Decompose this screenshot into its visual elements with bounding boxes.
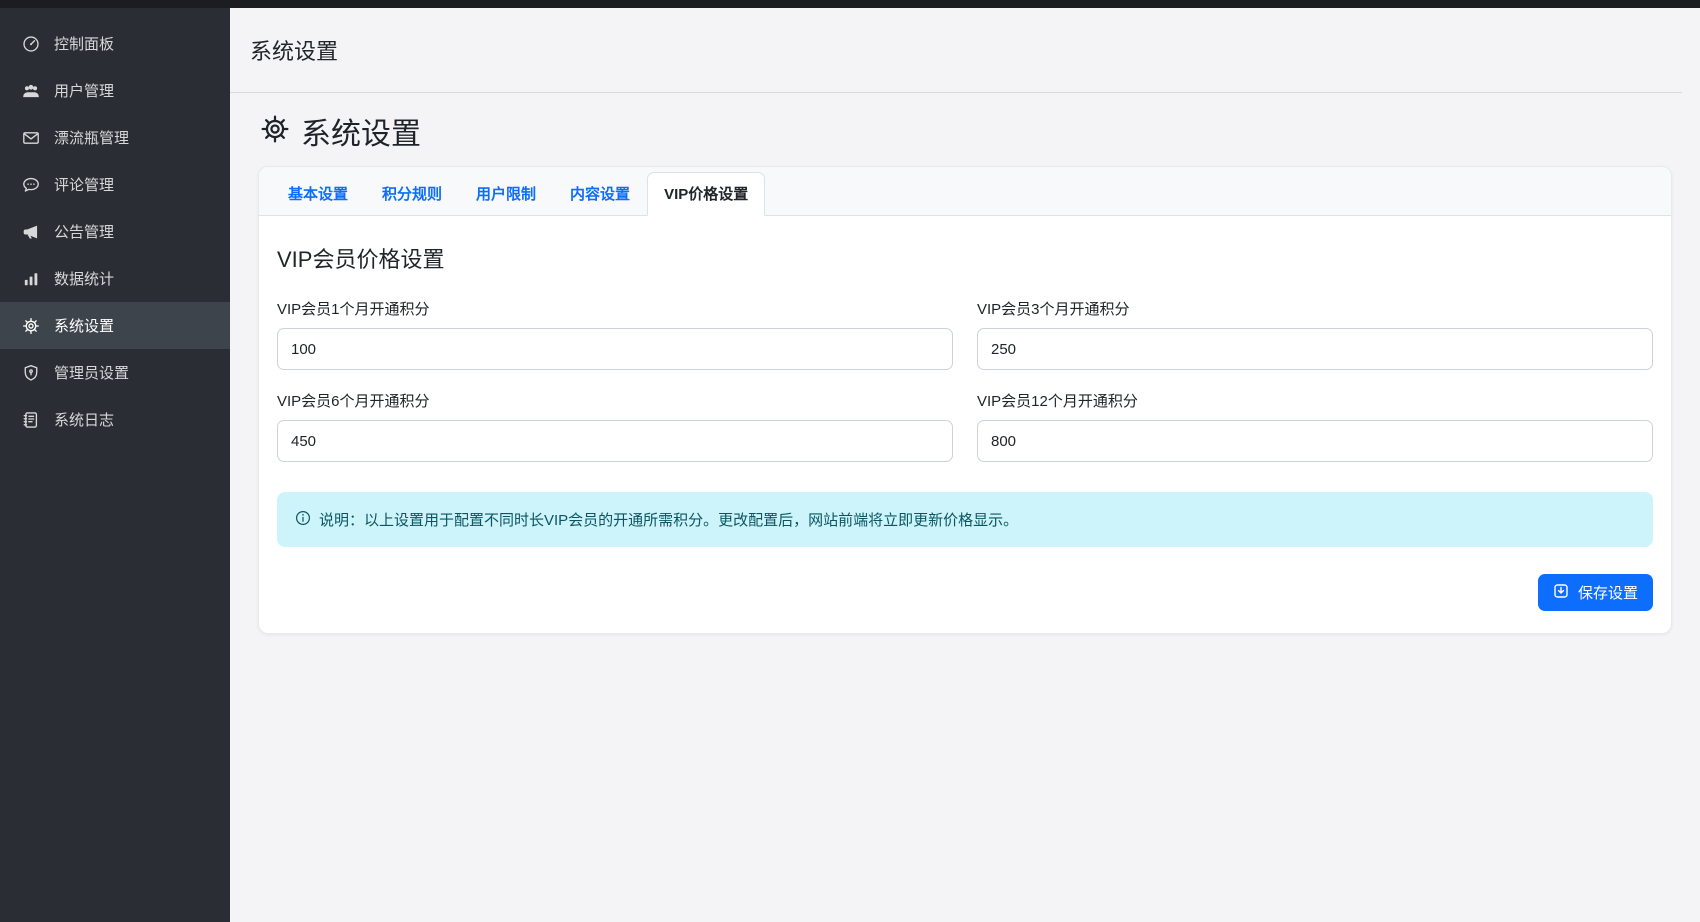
sidebar-item-announcements[interactable]: 公告管理 bbox=[0, 208, 230, 255]
sidebar-item-logs[interactable]: 系统日志 bbox=[0, 396, 230, 443]
comment-icon bbox=[22, 176, 40, 194]
tab-points[interactable]: 积分规则 bbox=[365, 172, 459, 216]
field-input[interactable] bbox=[277, 328, 953, 370]
field-label: VIP会员3个月开通积分 bbox=[977, 298, 1653, 319]
info-alert-text: 说明：以上设置用于配置不同时长VIP会员的开通所需积分。更改配置后，网站前端将立… bbox=[319, 509, 1018, 530]
users-icon bbox=[22, 82, 40, 100]
sidebar-item-users[interactable]: 用户管理 bbox=[0, 67, 230, 114]
sidebar-item-settings[interactable]: 系统设置 bbox=[0, 302, 230, 349]
save-button-label: 保存设置 bbox=[1578, 582, 1638, 603]
info-icon bbox=[295, 510, 311, 530]
field-vip-3-month: VIP会员3个月开通积分 bbox=[977, 298, 1653, 370]
main-area: 系统设置 系统设置 基本设置 积分规 bbox=[230, 8, 1700, 922]
vip-price-form: VIP会员1个月开通积分 VIP会员3个月开通积分 VIP会员6个月开通积分 bbox=[277, 298, 1653, 462]
top-strip bbox=[0, 0, 1700, 8]
save-icon bbox=[1553, 583, 1569, 603]
save-settings-button[interactable]: 保存设置 bbox=[1538, 574, 1653, 611]
page-header: 系统设置 bbox=[230, 8, 1682, 93]
field-input[interactable] bbox=[977, 420, 1653, 462]
tab-user-limits[interactable]: 用户限制 bbox=[459, 172, 553, 216]
sidebar-item-label: 系统设置 bbox=[54, 315, 114, 336]
sidebar-item-bottles[interactable]: 漂流瓶管理 bbox=[0, 114, 230, 161]
journal-icon bbox=[22, 411, 40, 429]
sidebar: 控制面板 用户管理 漂流瓶管理 评论管理 bbox=[0, 8, 230, 922]
frame: 控制面板 用户管理 漂流瓶管理 评论管理 bbox=[0, 8, 1700, 922]
sidebar-item-stats[interactable]: 数据统计 bbox=[0, 255, 230, 302]
settings-card: 基本设置 积分规则 用户限制 内容设置 VIP价格设置 VIP会员价格设置 bbox=[258, 166, 1672, 634]
info-alert: 说明：以上设置用于配置不同时长VIP会员的开通所需积分。更改配置后，网站前端将立… bbox=[277, 492, 1653, 547]
field-vip-1-month: VIP会员1个月开通积分 bbox=[277, 298, 953, 370]
sidebar-item-label: 公告管理 bbox=[54, 221, 114, 242]
sidebar-item-label: 系统日志 bbox=[54, 409, 114, 430]
sidebar-item-label: 漂流瓶管理 bbox=[54, 127, 129, 148]
field-label: VIP会员12个月开通积分 bbox=[977, 390, 1653, 411]
sidebar-item-dashboard[interactable]: 控制面板 bbox=[0, 20, 230, 67]
page-heading: 系统设置 bbox=[260, 109, 1700, 153]
sidebar-item-comments[interactable]: 评论管理 bbox=[0, 161, 230, 208]
sidebar-item-label: 管理员设置 bbox=[54, 362, 129, 383]
sidebar-item-label: 数据统计 bbox=[54, 268, 114, 289]
screen: 控制面板 用户管理 漂流瓶管理 评论管理 bbox=[0, 0, 1700, 922]
tab-basic[interactable]: 基本设置 bbox=[271, 172, 365, 216]
field-vip-12-month: VIP会员12个月开通积分 bbox=[977, 390, 1653, 462]
speedometer-icon bbox=[22, 35, 40, 53]
field-input[interactable] bbox=[277, 420, 953, 462]
page-header-title: 系统设置 bbox=[250, 34, 338, 66]
sidebar-item-admins[interactable]: 管理员设置 bbox=[0, 349, 230, 396]
envelope-icon bbox=[22, 129, 40, 147]
sidebar-item-label: 评论管理 bbox=[54, 174, 114, 195]
bar-chart-icon bbox=[22, 270, 40, 288]
sidebar-item-label: 控制面板 bbox=[54, 33, 114, 54]
settings-tabs: 基本设置 积分规则 用户限制 内容设置 VIP价格设置 bbox=[259, 167, 1671, 216]
sidebar-item-label: 用户管理 bbox=[54, 80, 114, 101]
field-label: VIP会员1个月开通积分 bbox=[277, 298, 953, 319]
page-heading-text: 系统设置 bbox=[301, 109, 421, 153]
field-label: VIP会员6个月开通积分 bbox=[277, 390, 953, 411]
tab-vip-pricing[interactable]: VIP价格设置 bbox=[647, 172, 765, 216]
gear-icon bbox=[22, 317, 40, 335]
footer-row: 保存设置 bbox=[277, 574, 1653, 611]
megaphone-icon bbox=[22, 223, 40, 241]
shield-icon bbox=[22, 364, 40, 382]
gear-icon bbox=[260, 114, 290, 149]
field-vip-6-month: VIP会员6个月开通积分 bbox=[277, 390, 953, 462]
tab-content[interactable]: 内容设置 bbox=[553, 172, 647, 216]
section-title: VIP会员价格设置 bbox=[277, 242, 1653, 274]
vip-pricing-panel: VIP会员价格设置 VIP会员1个月开通积分 VIP会员3个月开通积分 bbox=[259, 216, 1671, 633]
field-input[interactable] bbox=[977, 328, 1653, 370]
